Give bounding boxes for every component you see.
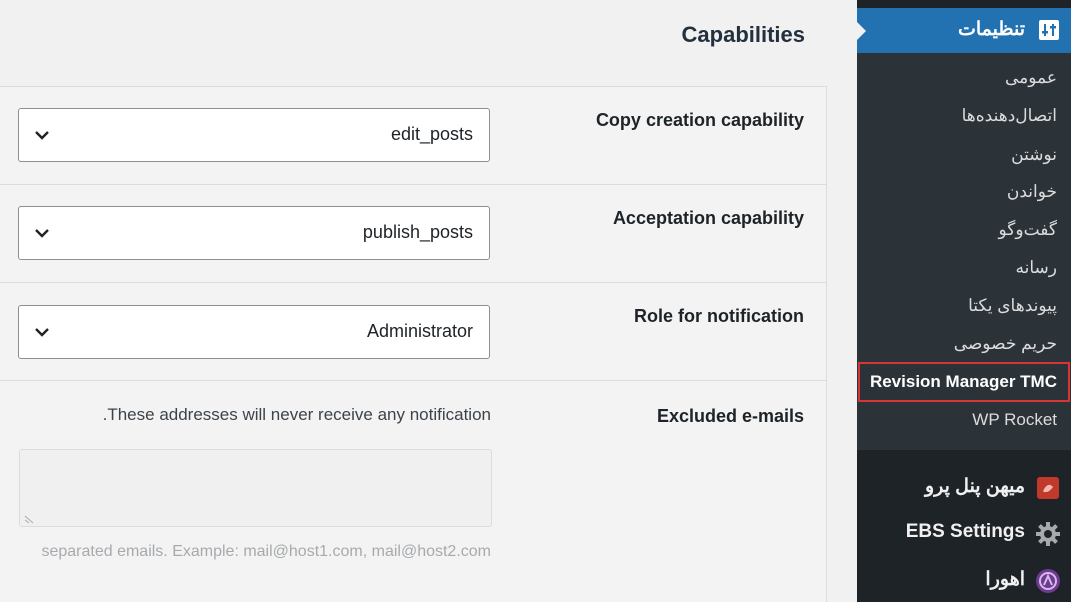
resize-grip-icon[interactable] (23, 512, 35, 524)
submenu-connectors[interactable]: اتصال‌دهنده‌ها (962, 106, 1057, 126)
setting-row-role-notification: Role for notification Administrator (0, 283, 826, 381)
submenu-permalinks[interactable]: پیوندهای یکتا (968, 296, 1057, 316)
acceptation-select[interactable]: publish_posts (18, 206, 490, 260)
sidebar-item-ahura[interactable]: اهورا (857, 558, 1071, 602)
submenu-revision-manager[interactable]: Revision Manager TMC (870, 372, 1057, 392)
chevron-down-icon (35, 131, 49, 140)
excluded-emails-description: .These addresses will never receive any … (102, 405, 491, 424)
submenu-media[interactable]: رسانه (1016, 258, 1057, 278)
submenu-discussion[interactable]: گفت‌وگو (999, 220, 1057, 240)
chevron-down-icon (35, 229, 49, 238)
excluded-emails-textarea[interactable] (19, 449, 492, 527)
acceptation-label: Acceptation capability (612, 208, 804, 228)
submenu-wp-rocket[interactable]: WP Rocket (972, 410, 1057, 430)
sidebar-item-settings[interactable]: تنظیمات (857, 8, 1071, 53)
setting-row-copy-creation: Copy creation capability edit_posts (0, 87, 826, 185)
sidebar-item-ebs-settings[interactable]: EBS Settings (857, 511, 1071, 555)
settings-sliders-icon (1039, 20, 1059, 40)
role-notification-value: Administrator (366, 321, 473, 341)
setting-row-excluded-emails: Excluded e-mails .These addresses will n… (0, 381, 826, 602)
role-notification-select[interactable]: Administrator (18, 305, 490, 359)
mihan-panel-label: میهن پنل پرو (924, 476, 1025, 497)
settings-label: تنظیمات (957, 19, 1025, 40)
excluded-emails-label: Excluded e-mails (656, 406, 804, 426)
section-title: Capabilities (681, 22, 805, 47)
ahura-icon (1036, 569, 1060, 593)
sidebar-item-mihan-panel[interactable]: میهن پنل پرو (857, 465, 1071, 509)
ahura-label: اهورا (985, 569, 1025, 590)
ebs-settings-label: EBS Settings (905, 521, 1025, 542)
copy-creation-value: edit_posts (390, 124, 473, 144)
submenu-general[interactable]: عمومی (1005, 68, 1057, 88)
setting-row-acceptation: Acceptation capability publish_posts (0, 185, 826, 283)
submenu-privacy[interactable]: حریم خصوصی (954, 334, 1057, 354)
acceptation-value: publish_posts (362, 222, 473, 242)
copy-creation-label: Copy creation capability (595, 110, 804, 130)
copy-creation-select[interactable]: edit_posts (18, 108, 490, 162)
mihan-panel-icon (1037, 477, 1059, 499)
admin-sidebar: تنظیمات عمومی اتصال‌دهنده‌ها نوشتن خواند… (857, 0, 1071, 602)
settings-card: Copy creation capability edit_posts Acce… (0, 86, 827, 602)
chevron-down-icon (35, 328, 49, 337)
gear-icon (1036, 522, 1060, 546)
submenu-writing[interactable]: نوشتن (1011, 145, 1057, 165)
role-notification-label: Role for notification (634, 306, 804, 326)
current-menu-arrow (857, 22, 866, 40)
excluded-emails-hint: separated emails. Example: mail@host1.co… (41, 543, 491, 560)
submenu-reading[interactable]: خواندن (1007, 182, 1057, 202)
main-content: Capabilities Copy creation capability ed… (0, 0, 857, 602)
sidebar-top-strip (857, 0, 1071, 8)
